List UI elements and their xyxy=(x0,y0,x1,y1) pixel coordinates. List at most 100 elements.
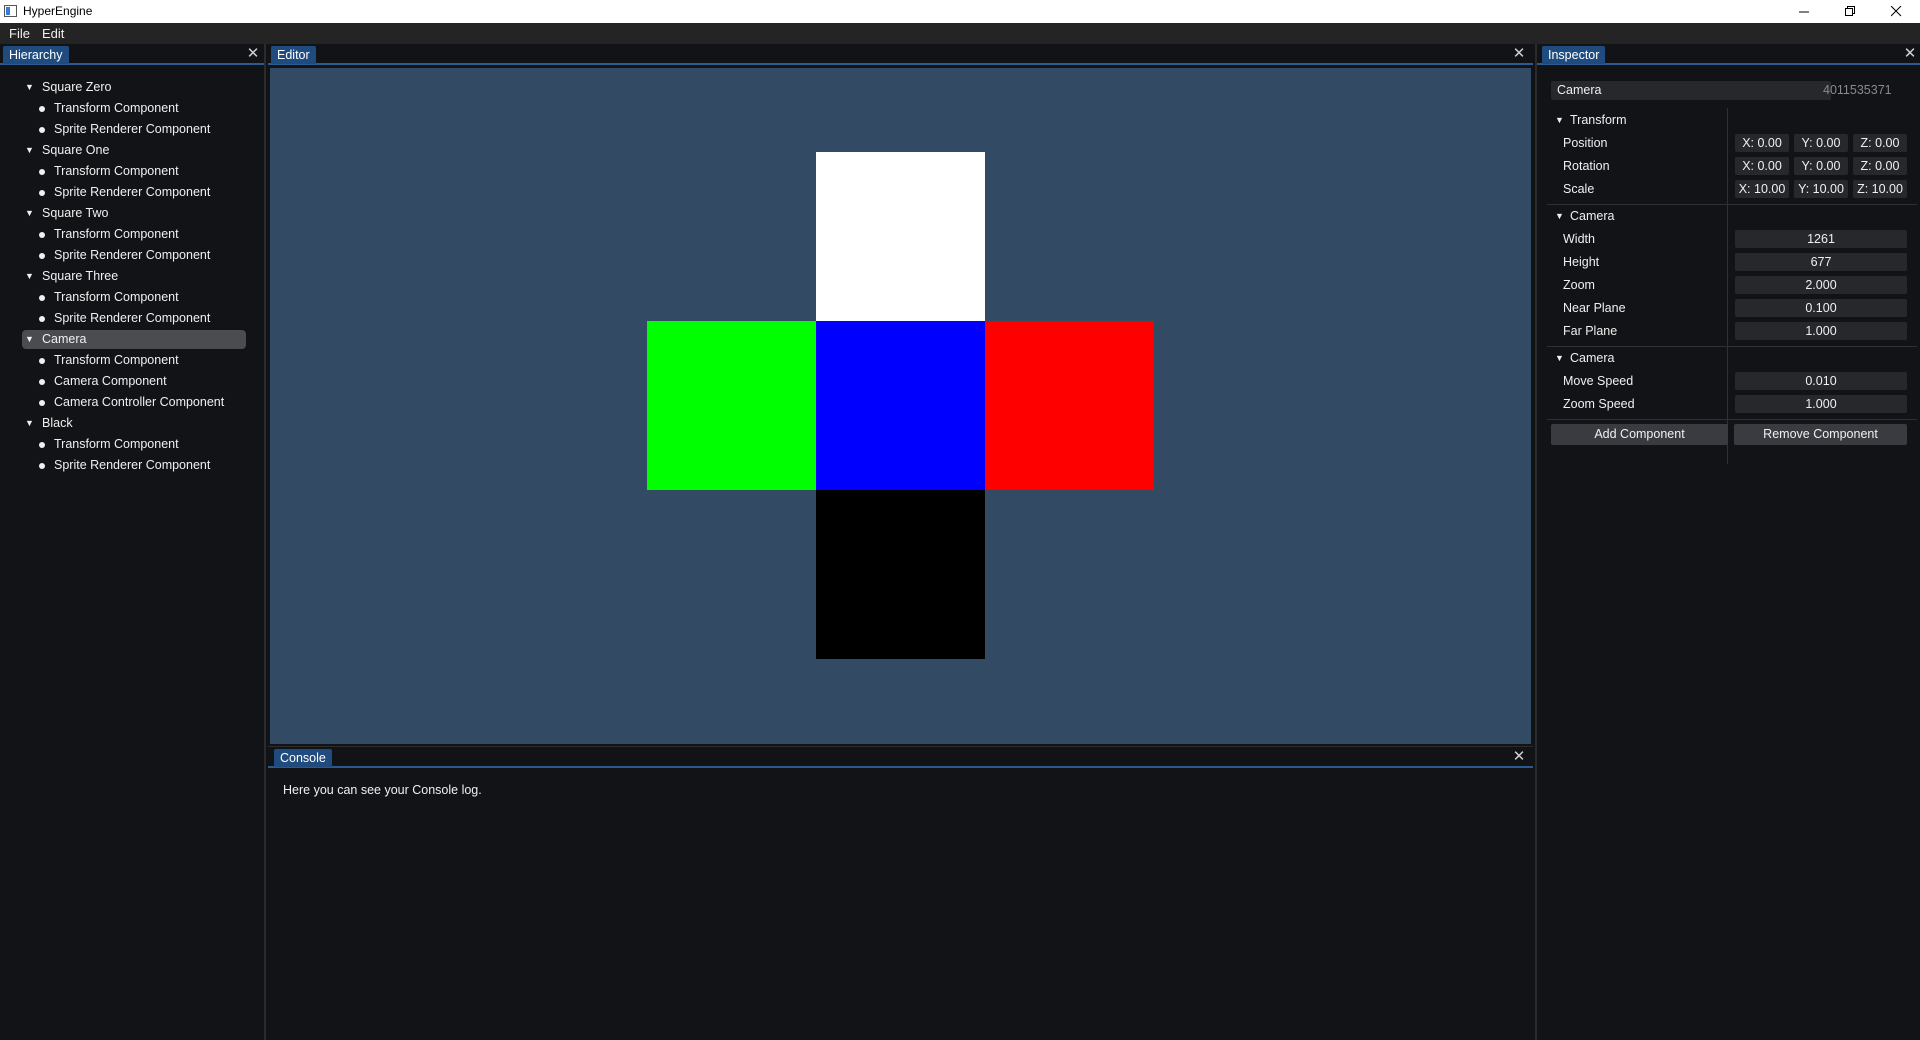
near-plane-field[interactable]: 0.100 xyxy=(1735,299,1907,317)
close-editor-button[interactable]: ✕ xyxy=(1512,45,1526,62)
tree-component[interactable]: Sprite Renderer Component xyxy=(34,183,210,202)
expand-arrow-icon[interactable]: ▼ xyxy=(25,330,34,349)
tree-component[interactable]: Transform Component xyxy=(34,435,179,454)
scale-label: Scale xyxy=(1563,182,1595,196)
close-window-button[interactable] xyxy=(1873,0,1919,23)
close-console-button[interactable]: ✕ xyxy=(1512,749,1526,764)
section-divider xyxy=(1547,204,1917,205)
square-left-green[interactable] xyxy=(647,321,816,490)
component-label: Sprite Renderer Component xyxy=(54,248,211,262)
scale-y-field[interactable]: Y: 10.00 xyxy=(1794,180,1848,198)
rotation-y-field[interactable]: Y: 0.00 xyxy=(1794,157,1848,175)
tab-editor[interactable]: Editor xyxy=(271,46,316,64)
editor-tabbar: Editor ✕ xyxy=(268,44,1533,65)
tree-entity-black[interactable]: ▼ Black xyxy=(22,414,246,433)
section-camera[interactable]: ▼ Camera xyxy=(1555,207,1614,226)
tab-console[interactable]: Console xyxy=(274,749,332,767)
tab-inspector[interactable]: Inspector xyxy=(1542,46,1606,64)
tree-component[interactable]: Camera Controller Component xyxy=(34,393,224,412)
tree-entity-square-two[interactable]: ▼ Square Two xyxy=(22,204,246,223)
bullet-icon xyxy=(39,190,45,196)
section-transform[interactable]: ▼ Transform xyxy=(1555,111,1627,130)
menu-bar: File Edit xyxy=(0,23,1920,44)
scale-x-field[interactable]: X: 10.00 xyxy=(1735,180,1789,198)
tree-entity-square-one[interactable]: ▼ Square One xyxy=(22,141,246,160)
close-hierarchy-button[interactable]: ✕ xyxy=(246,46,260,61)
expand-arrow-icon[interactable]: ▼ xyxy=(25,78,34,97)
expand-arrow-icon[interactable]: ▼ xyxy=(1555,207,1564,226)
expand-arrow-icon[interactable]: ▼ xyxy=(25,204,34,223)
bullet-icon xyxy=(39,442,45,448)
scale-z-field[interactable]: Z: 10.00 xyxy=(1853,180,1907,198)
expand-arrow-icon[interactable]: ▼ xyxy=(1555,111,1564,130)
app-icon xyxy=(4,5,17,17)
position-z-field[interactable]: Z: 0.00 xyxy=(1853,134,1907,152)
bullet-icon xyxy=(39,127,45,133)
tree-entity-square-zero[interactable]: ▼ Square Zero xyxy=(22,78,246,97)
section-title: Camera xyxy=(1570,209,1615,223)
square-bottom-black[interactable] xyxy=(816,490,985,659)
square-top-white[interactable] xyxy=(816,152,985,321)
rotation-z-field[interactable]: Z: 0.00 xyxy=(1853,157,1907,175)
zoom-label: Zoom xyxy=(1563,278,1595,292)
width-label: Width xyxy=(1563,232,1595,246)
tree-component[interactable]: Sprite Renderer Component xyxy=(34,309,210,328)
zoom-speed-label: Zoom Speed xyxy=(1563,397,1635,411)
position-label: Position xyxy=(1563,136,1608,150)
entity-label: Square Two xyxy=(42,206,109,220)
inspector-panel: Inspector ✕ Camera 4011535371 ▼ Transform… xyxy=(1535,44,1920,1040)
tree-component[interactable]: Transform Component xyxy=(34,99,179,118)
scene-viewport[interactable] xyxy=(270,68,1531,744)
section-camera-controller[interactable]: ▼ Camera xyxy=(1555,349,1614,368)
rotation-x-field[interactable]: X: 0.00 xyxy=(1735,157,1789,175)
bullet-icon xyxy=(39,400,45,406)
position-y-field[interactable]: Y: 0.00 xyxy=(1794,134,1848,152)
width-field[interactable]: 1261 xyxy=(1735,230,1907,248)
tree-component[interactable]: Camera Component xyxy=(34,372,167,391)
restore-button[interactable] xyxy=(1827,0,1873,23)
far-plane-label: Far Plane xyxy=(1563,324,1618,338)
minimize-button[interactable] xyxy=(1781,0,1827,23)
move-speed-field[interactable]: 0.010 xyxy=(1735,372,1907,390)
entity-name-input[interactable]: Camera xyxy=(1551,81,1831,100)
tree-component[interactable]: Transform Component xyxy=(34,225,179,244)
square-right-red[interactable] xyxy=(985,321,1154,490)
zoom-field[interactable]: 2.000 xyxy=(1735,276,1907,294)
tree-component[interactable]: Transform Component xyxy=(34,288,179,307)
tree-component[interactable]: Sprite Renderer Component xyxy=(34,456,210,475)
bullet-icon xyxy=(39,358,45,364)
tree-component[interactable]: Transform Component xyxy=(34,351,179,370)
far-plane-field[interactable]: 1.000 xyxy=(1735,322,1907,340)
menu-edit[interactable]: Edit xyxy=(42,26,64,41)
expand-arrow-icon[interactable]: ▼ xyxy=(25,414,34,433)
close-icon xyxy=(1890,6,1901,17)
console-panel: Console ✕ Here you can see your Console … xyxy=(268,746,1533,1040)
bullet-icon xyxy=(39,106,45,112)
remove-component-button[interactable]: Remove Component xyxy=(1734,424,1907,445)
expand-arrow-icon[interactable]: ▼ xyxy=(25,267,34,286)
expand-arrow-icon[interactable]: ▼ xyxy=(25,141,34,160)
position-x-field[interactable]: X: 0.00 xyxy=(1735,134,1789,152)
hierarchy-tabbar: Hierarchy ✕ xyxy=(0,44,264,65)
tab-hierarchy[interactable]: Hierarchy xyxy=(3,46,69,64)
component-label: Transform Component xyxy=(54,227,179,241)
expand-arrow-icon[interactable]: ▼ xyxy=(1555,349,1564,368)
zoom-speed-field[interactable]: 1.000 xyxy=(1735,395,1907,413)
close-inspector-button[interactable]: ✕ xyxy=(1903,45,1917,62)
close-icon: ✕ xyxy=(1512,45,1526,62)
close-icon: ✕ xyxy=(1903,45,1917,62)
component-label: Sprite Renderer Component xyxy=(54,311,211,325)
tree-component[interactable]: Sprite Renderer Component xyxy=(34,120,210,139)
square-center-blue[interactable] xyxy=(816,321,985,490)
height-field[interactable]: 677 xyxy=(1735,253,1907,271)
tree-component[interactable]: Sprite Renderer Component xyxy=(34,246,210,265)
bullet-icon xyxy=(39,169,45,175)
component-label: Transform Component xyxy=(54,164,179,178)
tree-component[interactable]: Transform Component xyxy=(34,162,179,181)
add-component-button[interactable]: Add Component xyxy=(1551,424,1728,445)
menu-file[interactable]: File xyxy=(9,26,30,41)
column-divider xyxy=(1727,108,1728,464)
component-label: Camera Component xyxy=(54,374,167,388)
tree-entity-camera[interactable]: ▼ Camera xyxy=(22,330,246,349)
tree-entity-square-three[interactable]: ▼ Square Three xyxy=(22,267,246,286)
